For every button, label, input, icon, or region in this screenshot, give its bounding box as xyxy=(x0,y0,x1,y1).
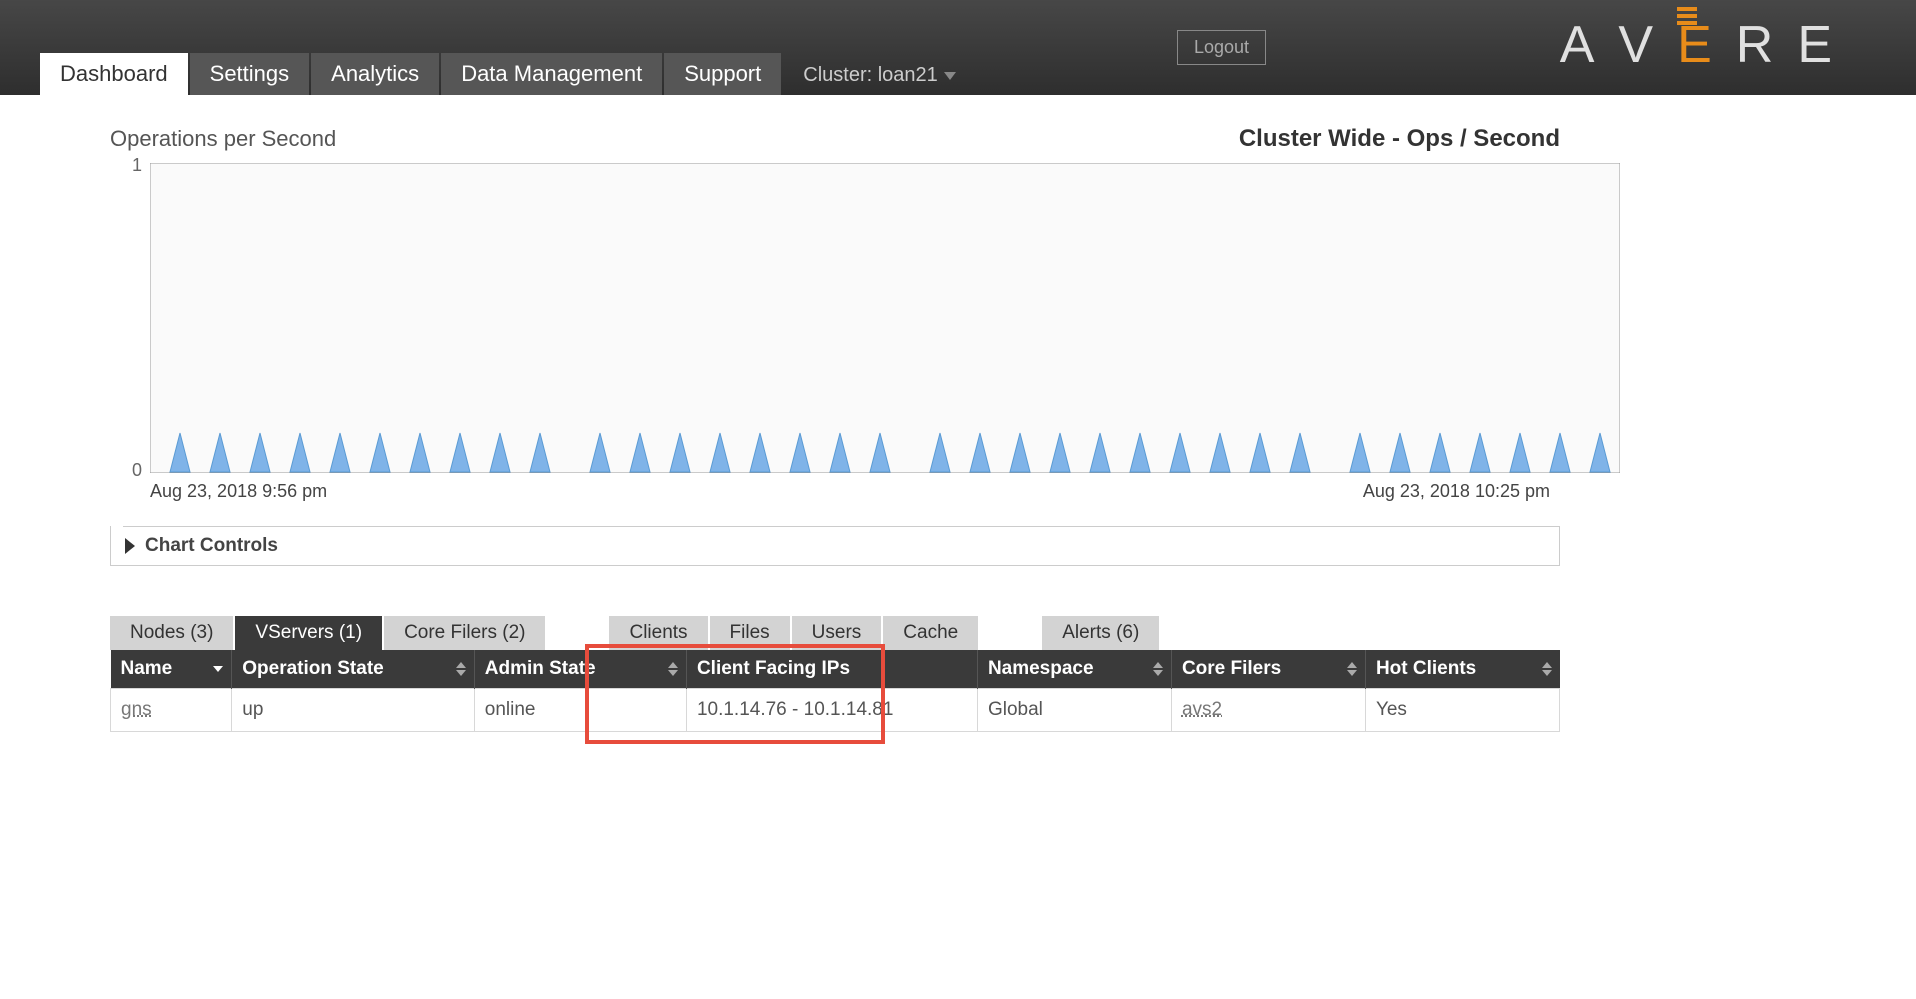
sort-icon xyxy=(1542,662,1552,676)
chart-x-end: Aug 23, 2018 10:25 pm xyxy=(1363,481,1550,502)
chart-x-start: Aug 23, 2018 9:56 pm xyxy=(150,481,327,502)
col-client-ips[interactable]: Client Facing IPs xyxy=(686,650,977,689)
col-admin-state[interactable]: Admin State xyxy=(474,650,686,689)
col-hot-clients[interactable]: Hot Clients xyxy=(1365,650,1559,689)
cell-core-filers: avs2 xyxy=(1171,689,1365,732)
col-op-state[interactable]: Operation State xyxy=(232,650,475,689)
core-filer-link[interactable]: avs2 xyxy=(1182,699,1222,720)
expand-right-icon xyxy=(125,538,135,554)
sort-icon xyxy=(213,666,223,672)
cell-namespace: Global xyxy=(977,689,1171,732)
sort-icon xyxy=(1153,662,1163,676)
subtab-core-filers[interactable]: Core Filers (2) xyxy=(384,616,545,650)
tab-data-management[interactable]: Data Management xyxy=(441,53,662,95)
sub-tabs: Nodes (3) VServers (1) Core Filers (2) C… xyxy=(110,616,1560,650)
brand-letter-e: E xyxy=(1677,15,1736,75)
subtab-vservers[interactable]: VServers (1) xyxy=(235,616,382,650)
content: Operations per Second Cluster Wide - Ops… xyxy=(0,95,1650,762)
sort-icon xyxy=(668,662,678,676)
chart-title-right: Cluster Wide - Ops / Second xyxy=(1239,125,1560,153)
brand-letter: E xyxy=(1797,15,1856,75)
spacer xyxy=(980,616,1040,650)
spacer xyxy=(547,616,607,650)
subtab-files[interactable]: Files xyxy=(710,616,790,650)
ops-chart xyxy=(150,163,1620,473)
chart-y-min: 0 xyxy=(132,460,142,481)
sort-icon xyxy=(456,662,466,676)
logout-button[interactable]: Logout xyxy=(1177,30,1266,65)
chart-title-left: Operations per Second xyxy=(110,126,336,152)
tab-support[interactable]: Support xyxy=(664,53,781,95)
cluster-selector[interactable]: Cluster: loan21 xyxy=(783,56,976,95)
subtab-alerts[interactable]: Alerts (6) xyxy=(1042,616,1159,650)
nav-tabs: Dashboard Settings Analytics Data Manage… xyxy=(40,53,976,95)
cell-op-state: up xyxy=(232,689,475,732)
subtab-cache[interactable]: Cache xyxy=(883,616,978,650)
brand-logo: A V E R E xyxy=(1560,15,1856,75)
chart-area: 1 0 xyxy=(150,163,1560,473)
col-name[interactable]: Name xyxy=(111,650,232,689)
brand-letter: R xyxy=(1736,15,1798,75)
table-header-row: Name Operation State Admin State Client … xyxy=(111,650,1560,689)
subtab-nodes[interactable]: Nodes (3) xyxy=(110,616,233,650)
cell-admin-state: online xyxy=(474,689,686,732)
tab-settings[interactable]: Settings xyxy=(190,53,310,95)
brand-accent-icon xyxy=(1677,7,1697,25)
table-row: gns up online 10.1.14.76 - 10.1.14.81 Gl… xyxy=(111,689,1560,732)
cluster-label: Cluster: loan21 xyxy=(803,64,938,87)
chart-controls-label: Chart Controls xyxy=(145,535,278,557)
chart-y-max: 1 xyxy=(132,155,142,176)
brand-letter: A xyxy=(1560,15,1619,75)
vserver-link[interactable]: gns xyxy=(121,699,152,720)
vservers-table: Name Operation State Admin State Client … xyxy=(110,650,1560,732)
vservers-table-wrap: Name Operation State Admin State Client … xyxy=(110,650,1560,732)
cell-name: gns xyxy=(111,689,232,732)
cell-hot-clients: Yes xyxy=(1365,689,1559,732)
tab-analytics[interactable]: Analytics xyxy=(311,53,439,95)
top-bar: Logout A V E R E Dashboard Settings Anal… xyxy=(0,0,1916,95)
chart-x-labels: Aug 23, 2018 9:56 pm Aug 23, 2018 10:25 … xyxy=(150,481,1560,502)
subtab-clients[interactable]: Clients xyxy=(609,616,707,650)
chevron-down-icon xyxy=(944,72,956,80)
col-core-filers[interactable]: Core Filers xyxy=(1171,650,1365,689)
sort-icon xyxy=(1347,662,1357,676)
cell-client-ips: 10.1.14.76 - 10.1.14.81 xyxy=(686,689,977,732)
chart-header: Operations per Second Cluster Wide - Ops… xyxy=(110,125,1560,153)
col-namespace[interactable]: Namespace xyxy=(977,650,1171,689)
chart-controls[interactable]: Chart Controls xyxy=(110,526,1560,566)
subtab-users[interactable]: Users xyxy=(792,616,882,650)
tab-dashboard[interactable]: Dashboard xyxy=(40,53,188,95)
brand-letter: V xyxy=(1618,15,1677,75)
